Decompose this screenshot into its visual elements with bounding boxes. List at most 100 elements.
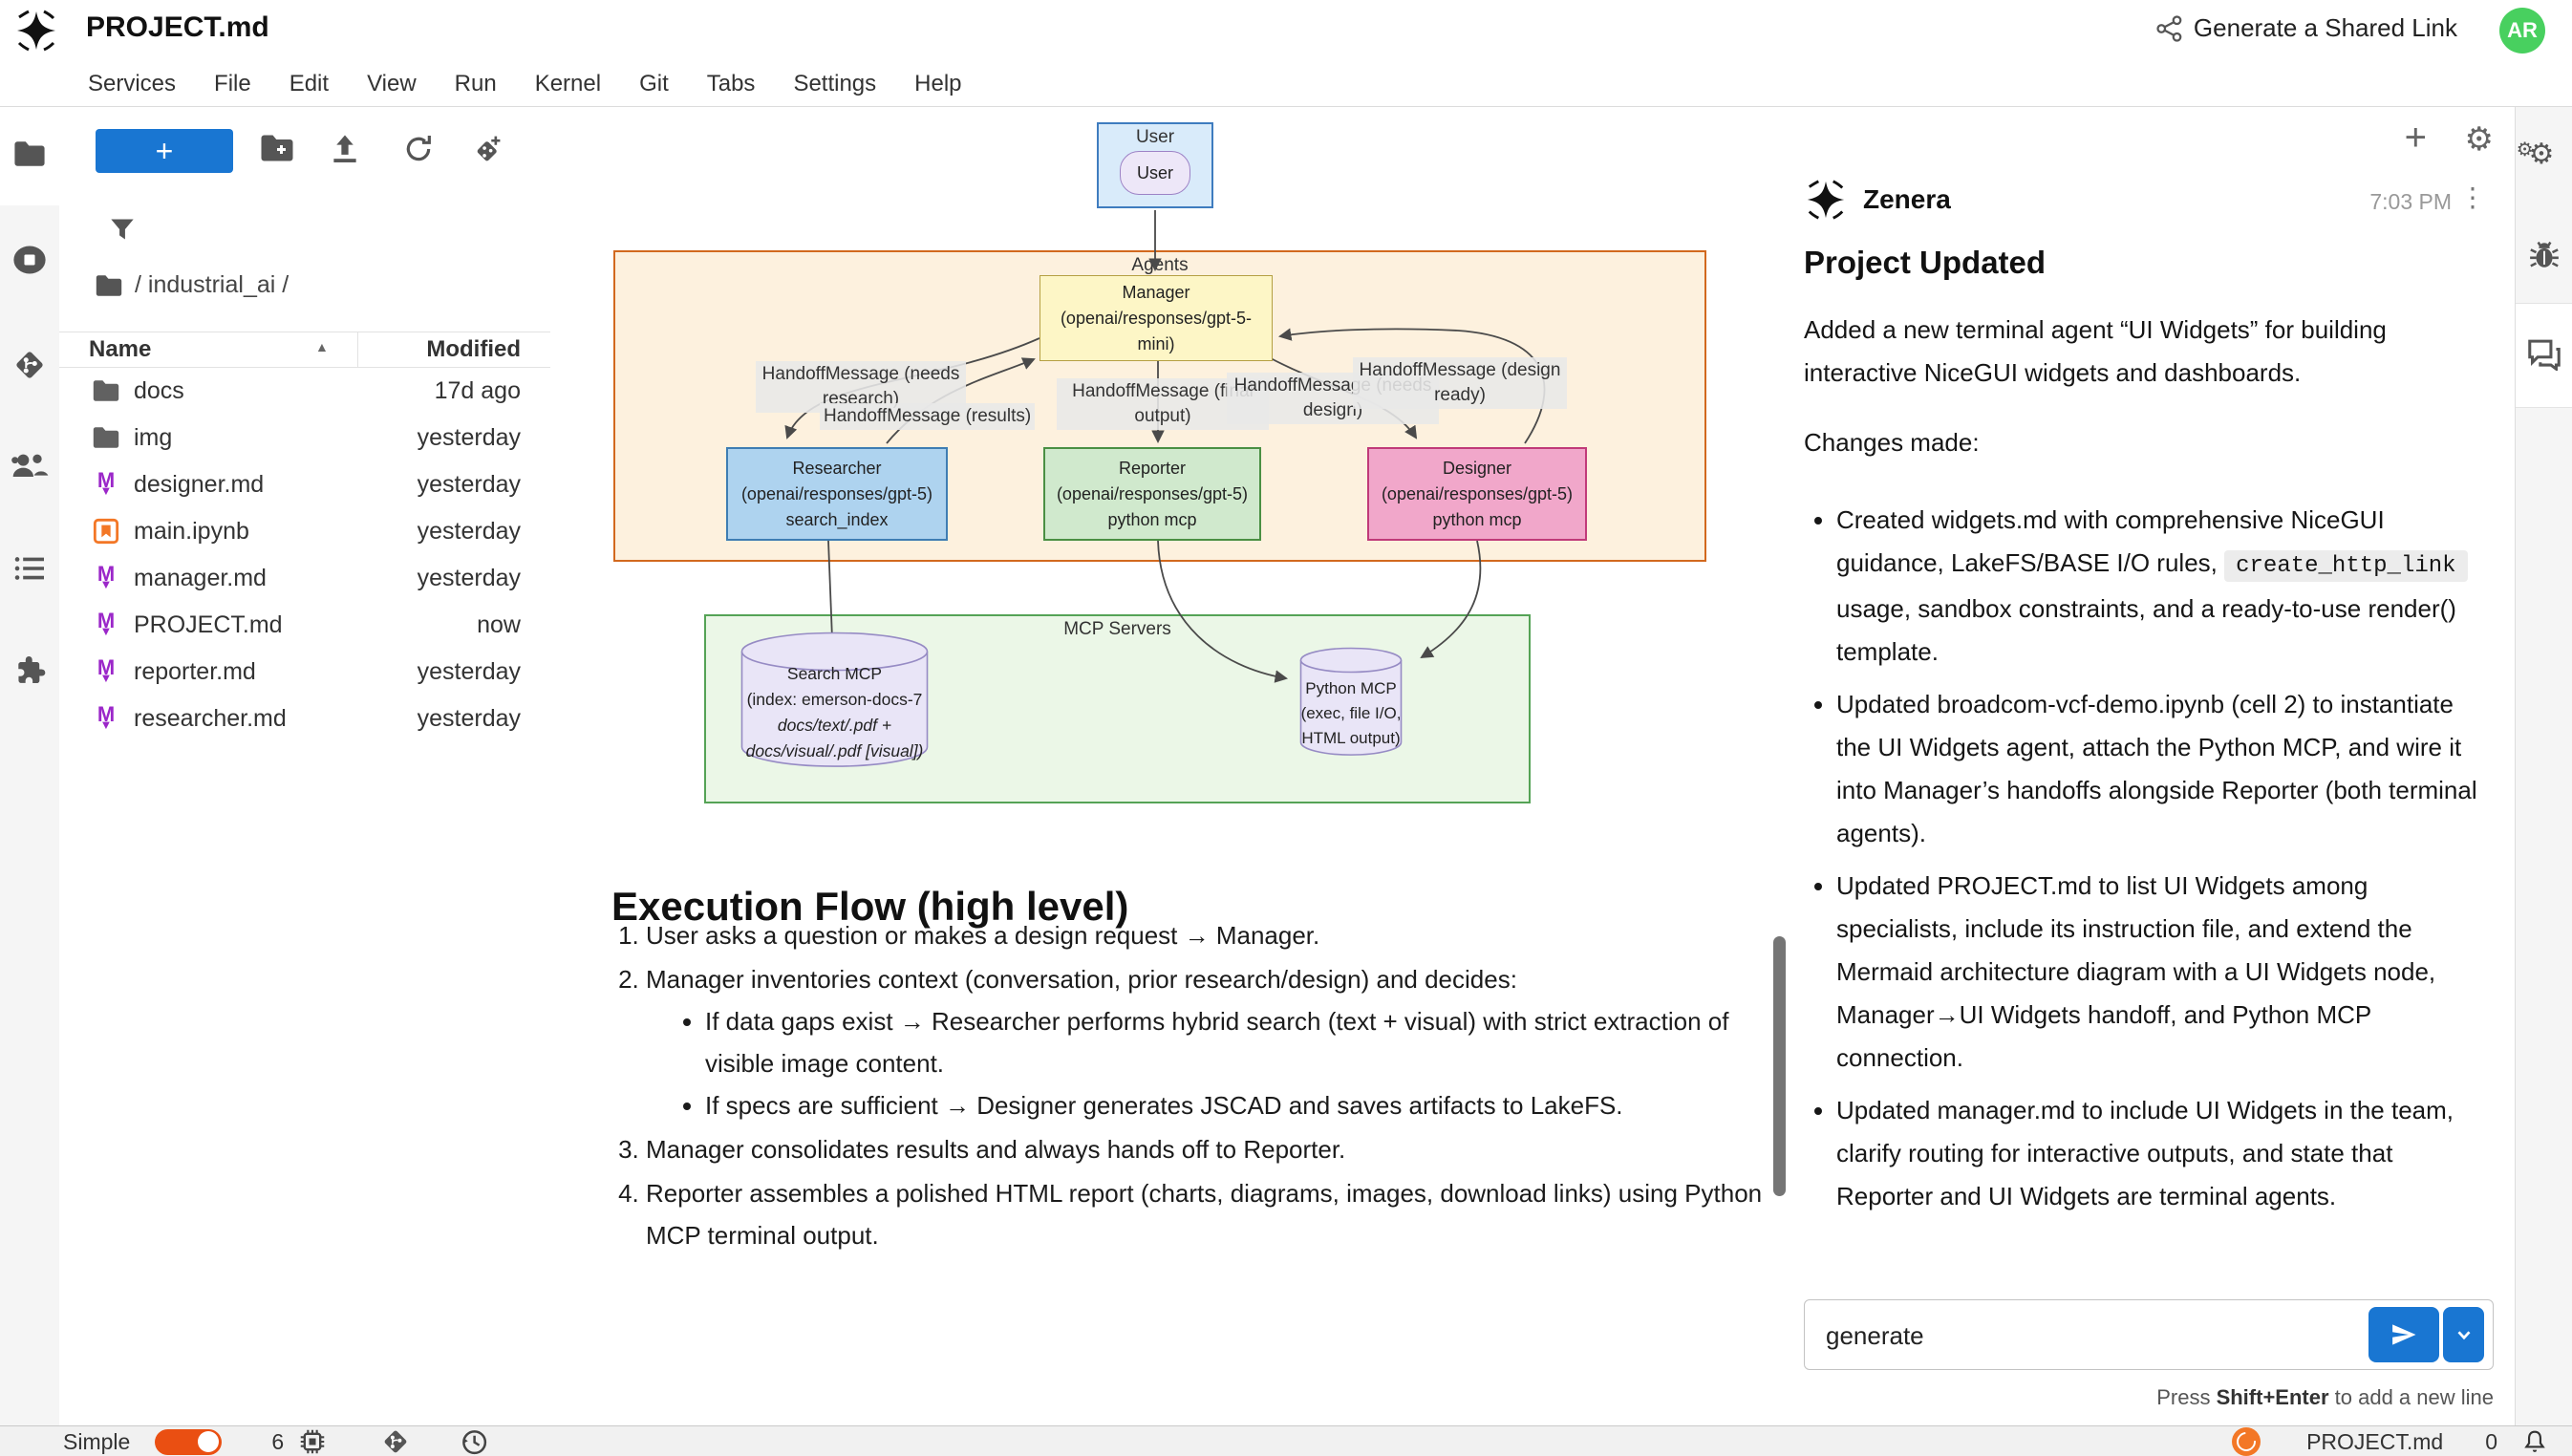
folder-icon (91, 422, 121, 453)
file-row-main-ipynb[interactable]: main.ipynb yesterday (59, 508, 550, 555)
send-options-button[interactable] (2443, 1307, 2484, 1362)
property-inspector-tab[interactable]: ⚙⚙ (2516, 134, 2572, 167)
new-chat-button[interactable]: + (2405, 117, 2427, 160)
menu-item-file[interactable]: File (214, 71, 251, 97)
markdown-icon: M▼ (91, 610, 121, 640)
change-item-3: Updated PROJECT.md to list UI Widgets am… (1836, 865, 2494, 1080)
menu-item-services[interactable]: Services (88, 71, 176, 97)
generate-shared-link-label: Generate a Shared Link (2194, 13, 2457, 43)
new-launcher-button[interactable]: + (96, 129, 233, 173)
diagram-node-search-mcp: Search MCP (index: emerson-docs-7 docs/t… (740, 661, 929, 764)
file-name: img (134, 424, 172, 452)
active-file-label: PROJECT.md (2306, 1429, 2443, 1455)
markdown-icon: M▼ (91, 469, 121, 500)
doc-execution-flow-list: User asks a question or makes a design r… (611, 914, 1783, 1258)
git-clone-button[interactable] (472, 134, 504, 171)
chat-input[interactable] (1805, 1300, 2344, 1371)
filter-files-button[interactable] (109, 216, 136, 247)
status-bar-left: Simple 6 (63, 1426, 488, 1456)
debugger-tab[interactable] (2516, 239, 2572, 271)
app-window: PROJECT.md Generate a Shared Link AR Ser… (0, 0, 2572, 1456)
simple-mode-label[interactable]: Simple (63, 1429, 130, 1455)
notification-count[interactable]: 0 (2485, 1429, 2497, 1455)
message-header: Zenera (1804, 178, 1951, 222)
diagram-node-designer: Designer (openai/responses/gpt-5) python… (1367, 447, 1587, 541)
file-modified: yesterday (418, 705, 521, 733)
toggle-knob (198, 1431, 219, 1452)
sort-ascending-icon: ▲ (315, 339, 329, 354)
architecture-diagram: User Agents MCP Servers (550, 107, 1790, 833)
file-name: main.ipynb (134, 518, 249, 546)
message-changes-label: Changes made: (1804, 421, 2494, 464)
file-list-header: Name ▲ Modified (59, 332, 550, 368)
file-name: researcher.md (134, 705, 287, 733)
file-browser-panel: + (59, 107, 550, 1425)
folder-icon (91, 375, 121, 406)
message-menu-button[interactable]: ⋮ (2459, 182, 2486, 213)
change-item-1: Created widgets.md with comprehensive Ni… (1836, 499, 2494, 674)
menu-item-tabs[interactable]: Tabs (707, 71, 756, 97)
file-row-researcher-md[interactable]: M▼ researcher.md yesterday (59, 696, 550, 742)
file-modified: yesterday (418, 565, 521, 592)
file-row-project-md[interactable]: M▼ PROJECT.md now (59, 602, 550, 649)
breadcrumb-path: / industrial_ai / (135, 271, 289, 299)
sort-by-name-header[interactable]: Name (89, 336, 151, 363)
collaborators-tab[interactable] (0, 451, 59, 480)
chat-input-container (1804, 1299, 2494, 1370)
markdown-icon: M▼ (91, 656, 121, 687)
jupyter-status-icon[interactable] (2232, 1427, 2261, 1456)
send-icon (2390, 1320, 2418, 1349)
puzzle-icon (12, 653, 47, 688)
upload-button[interactable] (331, 134, 359, 169)
simple-mode-toggle[interactable] (155, 1429, 222, 1455)
file-browser-tab[interactable] (0, 139, 59, 168)
kernel-count[interactable]: 6 (271, 1429, 284, 1455)
user-avatar[interactable]: AR (2499, 8, 2545, 54)
file-name: docs (134, 377, 184, 405)
file-modified: now (477, 611, 521, 639)
main-scrollbar-thumb[interactable] (1773, 936, 1786, 1196)
chat-tab[interactable] (2516, 338, 2572, 371)
diagram-node-manager: Manager (openai/responses/gpt-5- mini) (1040, 275, 1273, 361)
change-item-4: Updated manager.md to include UI Widgets… (1836, 1089, 2494, 1218)
refresh-button[interactable] (403, 134, 434, 169)
doc-list-item-2b: If specs are sufficient → Designer gener… (705, 1084, 1783, 1126)
bell-icon[interactable] (2522, 1428, 2547, 1455)
file-row-reporter-md[interactable]: M▼ reporter.md yesterday (59, 649, 550, 696)
doc-list-item-4: Reporter assembles a polished HTML repor… (646, 1172, 1783, 1256)
file-row-designer-md[interactable]: M▼ designer.md yesterday (59, 461, 550, 508)
kernel-chip-icon[interactable] (299, 1428, 326, 1455)
breadcrumb[interactable]: / industrial_ai / (95, 271, 289, 299)
message-changes-list: Created widgets.md with comprehensive Ni… (1804, 499, 2494, 1218)
menu-item-git[interactable]: Git (639, 71, 669, 97)
file-modified: yesterday (418, 658, 521, 686)
menu-item-kernel[interactable]: Kernel (535, 71, 601, 97)
table-of-contents-tab[interactable] (0, 554, 59, 583)
menu-item-help[interactable]: Help (914, 71, 961, 97)
git-tab[interactable] (0, 348, 59, 382)
history-icon[interactable] (460, 1427, 488, 1456)
menu-item-view[interactable]: View (367, 71, 417, 97)
stop-circle-icon (12, 245, 47, 275)
chat-settings-button[interactable]: ⚙ (2465, 120, 2494, 159)
menu-item-settings[interactable]: Settings (793, 71, 876, 97)
status-bar-right: PROJECT.md 0 (2232, 1426, 2547, 1456)
file-row-manager-md[interactable]: M▼ manager.md yesterday (59, 555, 550, 602)
menu-item-run[interactable]: Run (455, 71, 497, 97)
sort-by-modified-header[interactable]: Modified (426, 336, 521, 363)
zenera-logo-icon (1804, 178, 1848, 222)
git-status-icon[interactable] (381, 1427, 410, 1456)
file-row-docs[interactable]: docs 17d ago (59, 368, 550, 415)
message-heading: Project Updated (1804, 241, 2494, 284)
file-row-img[interactable]: img yesterday (59, 415, 550, 461)
extensions-tab[interactable] (0, 653, 59, 688)
diagram-agents-group-label: Agents (615, 255, 1704, 276)
send-button[interactable] (2368, 1307, 2439, 1362)
running-terminals-tab[interactable] (0, 245, 59, 275)
status-bar: Simple 6 PROJECT.md 0 (0, 1425, 2572, 1456)
message-body: Project Updated Added a new terminal age… (1804, 241, 2494, 1228)
new-folder-button[interactable] (260, 134, 294, 167)
code-span: create_http_link (2224, 550, 2467, 582)
generate-shared-link-button[interactable]: Generate a Shared Link (2155, 13, 2457, 43)
menu-item-edit[interactable]: Edit (289, 71, 329, 97)
